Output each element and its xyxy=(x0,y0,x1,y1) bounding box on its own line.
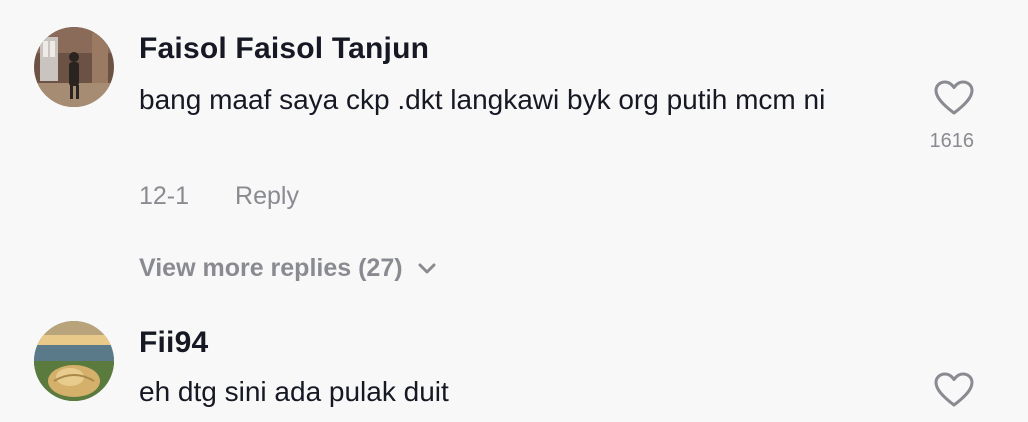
avatar[interactable] xyxy=(34,27,114,107)
chevron-down-icon xyxy=(418,263,436,273)
comment-date: 12-1 xyxy=(139,182,190,210)
avatar-photo xyxy=(34,27,114,107)
heart-outline-icon[interactable] xyxy=(934,80,974,116)
comment-text: eh dtg sini ada pulak duit xyxy=(139,376,449,407)
avatar[interactable] xyxy=(34,321,114,401)
like-control xyxy=(934,372,974,408)
like-count: 1616 xyxy=(929,130,975,152)
comment-text: bang maaf saya ckp .dkt langkawi byk org… xyxy=(139,84,826,115)
like-control xyxy=(934,80,974,116)
view-more-replies-label: View more replies (27) xyxy=(139,254,403,282)
view-more-replies-button[interactable]: View more replies (27) xyxy=(139,254,437,283)
reply-button[interactable]: Reply xyxy=(235,182,299,210)
heart-outline-icon[interactable] xyxy=(934,372,974,408)
comment-meta: 12-1 Reply xyxy=(139,182,299,211)
comment-username[interactable]: Faisol Faisol Tanjun xyxy=(139,32,429,66)
comment-username[interactable]: Fii94 xyxy=(139,326,208,360)
avatar-photo xyxy=(34,321,114,401)
